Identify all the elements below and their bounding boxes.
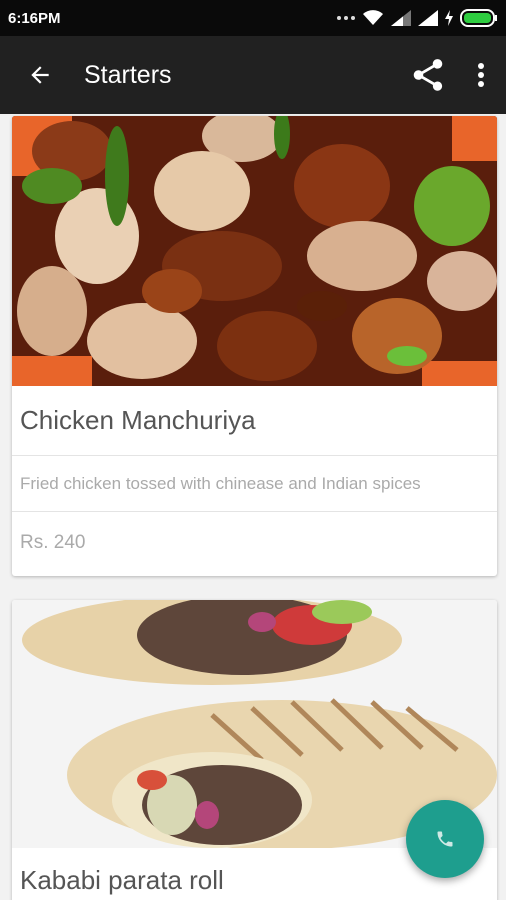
- dish-price: Rs. 240: [20, 532, 86, 553]
- more-vert-icon: [478, 63, 484, 87]
- dots-icon: [337, 16, 355, 20]
- page-title: Starters: [84, 60, 172, 89]
- battery-icon: [460, 9, 497, 27]
- share-button[interactable]: [400, 36, 456, 114]
- status-time: 6:16PM: [8, 9, 61, 27]
- call-fab[interactable]: [406, 800, 484, 878]
- dish-photo: [12, 116, 497, 386]
- charging-icon: [445, 10, 453, 26]
- more-options-button[interactable]: [456, 36, 506, 114]
- menu-item-card[interactable]: Chicken Manchuriya Fried chicken tossed …: [12, 116, 497, 576]
- back-button[interactable]: [0, 36, 80, 114]
- status-icons: [337, 9, 498, 27]
- share-icon: [413, 59, 443, 91]
- dish-name: Chicken Manchuriya: [12, 386, 497, 456]
- menu-list[interactable]: Chicken Manchuriya Fried chicken tossed …: [0, 114, 506, 900]
- dish-description: Fried chicken tossed with chinease and I…: [12, 456, 497, 512]
- phone-icon: [437, 831, 453, 847]
- status-bar: 6:16PM: [0, 0, 506, 36]
- wifi-icon: [363, 10, 383, 25]
- arrow-back-icon: [31, 66, 49, 84]
- app-toolbar: Starters: [0, 36, 506, 114]
- signal-2-icon: [418, 10, 438, 26]
- signal-1-icon: [391, 10, 411, 26]
